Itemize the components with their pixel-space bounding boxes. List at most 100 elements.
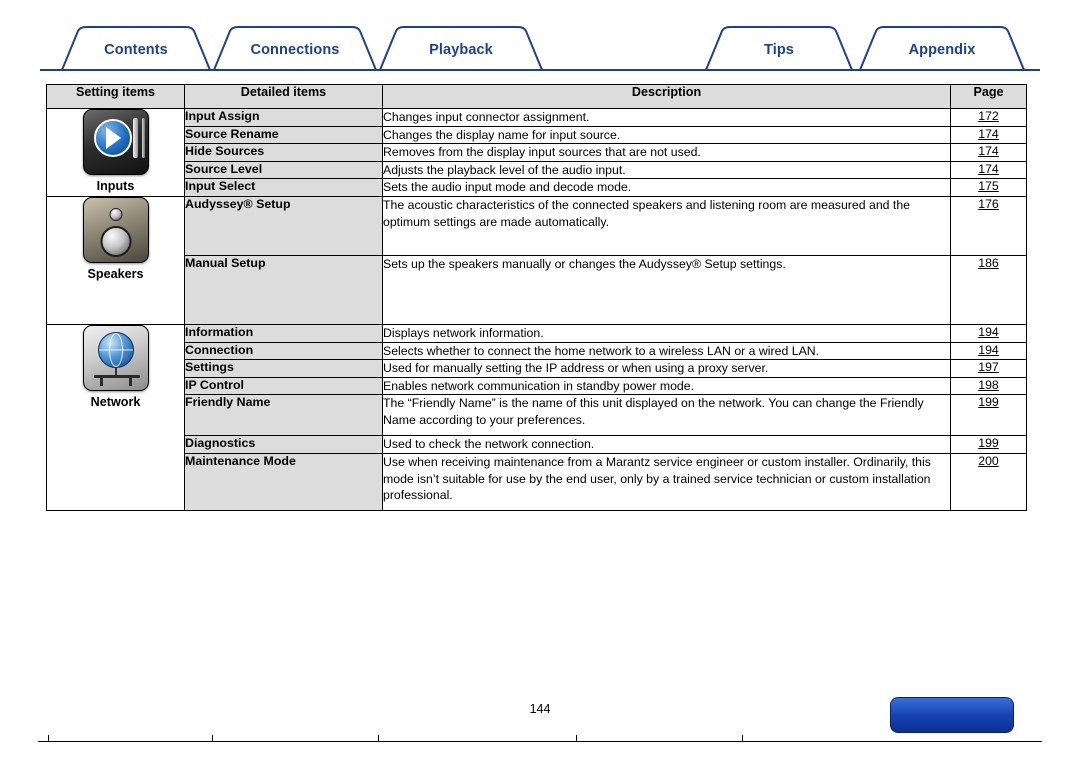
desc-information: Displays network information. — [382, 323, 951, 343]
page-link: 199 — [978, 395, 999, 410]
speakers-icon — [82, 196, 149, 263]
desc-friendly-name: The “Friendly Name” is the name of this … — [382, 394, 951, 437]
desc-source-level: Adjusts the playback level of the audio … — [382, 160, 951, 180]
page-connection[interactable]: 194 — [950, 341, 1027, 361]
group-label-speakers: Speakers — [87, 266, 144, 281]
page-link: 200 — [978, 453, 999, 468]
tab-connections-label: Connections — [250, 42, 340, 58]
table-row: Hide Sources Removes from the display in… — [47, 143, 1027, 162]
table-row: Network Information Displays network inf… — [46, 323, 1027, 511]
tab-contents-label: Contents — [104, 42, 168, 58]
page-link: 198 — [978, 377, 999, 392]
bottom-rule — [38, 741, 1042, 742]
table-row: Speakers Audyssey® Setup The acoustic ch… — [46, 195, 1027, 325]
desc-settings: Used for manually setting the IP address… — [382, 359, 951, 378]
detail-information: Information — [184, 323, 383, 343]
settings-table-container: Setting items Detailed items Description… — [46, 84, 1027, 511]
detail-input-select: Input Select — [184, 178, 383, 197]
page-link: 174 — [978, 144, 999, 159]
table-row: Source Rename Changes the display name f… — [47, 125, 1027, 145]
page-source-level[interactable]: 174 — [950, 160, 1027, 180]
detail-ip-control: IP Control — [184, 376, 383, 396]
tab-appendix[interactable]: Appendix — [868, 30, 1016, 70]
page-ip-control[interactable]: 198 — [950, 376, 1027, 396]
page-link: 194 — [978, 342, 999, 357]
table-row: Maintenance Mode Use when receiving main… — [47, 452, 1027, 511]
page-settings[interactable]: 197 — [950, 359, 1027, 378]
detail-input-assign: Input Assign — [184, 108, 383, 127]
page-link: 199 — [978, 436, 999, 451]
table-row: Friendly Name The “Friendly Name” is the… — [47, 394, 1027, 437]
page-manual-setup[interactable]: 186 — [950, 254, 1027, 325]
tab-connections[interactable]: Connections — [222, 30, 368, 70]
header-detailed-items: Detailed items — [184, 84, 383, 109]
detail-connection: Connection — [184, 341, 383, 361]
desc-ip-control: Enables network communication in standby… — [382, 376, 951, 396]
table-row: IP Control Enables network communication… — [47, 376, 1027, 396]
page-input-select[interactable]: 175 — [950, 178, 1027, 197]
tab-playback[interactable]: Playback — [388, 30, 534, 70]
desc-manual-setup: Sets up the speakers manually or changes… — [382, 254, 951, 325]
table-header-row: Setting items Detailed items Description… — [46, 84, 1027, 109]
bottom-tick — [576, 735, 577, 742]
page-hide-sources[interactable]: 174 — [950, 143, 1027, 162]
group-cell-speakers: Speakers — [46, 195, 185, 325]
detail-diagnostics: Diagnostics — [184, 435, 383, 454]
group-cell-network: Network — [46, 323, 185, 511]
group-cell-inputs: Inputs — [46, 108, 185, 197]
table-row: Input Select Sets the audio input mode a… — [47, 178, 1027, 197]
page-link: 174 — [978, 126, 999, 141]
tab-contents[interactable]: Contents — [68, 30, 204, 70]
table-row: Source Level Adjusts the playback level … — [47, 160, 1027, 180]
detail-settings: Settings — [184, 359, 383, 378]
page-information[interactable]: 194 — [950, 323, 1027, 343]
detail-audyssey-setup: Audyssey® Setup — [184, 195, 383, 256]
desc-input-assign: Changes input connector assignment. — [382, 108, 951, 127]
page-link: 197 — [978, 360, 999, 375]
desc-source-rename: Changes the display name for input sourc… — [382, 125, 951, 145]
page-link: 175 — [978, 179, 999, 194]
table-row: Diagnostics Used to check the network co… — [47, 435, 1027, 454]
page-friendly-name[interactable]: 199 — [950, 394, 1027, 437]
network-icon — [82, 324, 149, 391]
table-row: Connection Selects whether to connect th… — [47, 341, 1027, 361]
detail-maintenance-mode: Maintenance Mode — [184, 452, 383, 511]
bottom-tick — [48, 735, 49, 742]
bottom-tick — [742, 735, 743, 742]
tab-appendix-label: Appendix — [908, 42, 976, 58]
detail-friendly-name: Friendly Name — [184, 394, 383, 437]
next-page-button[interactable] — [890, 697, 1014, 733]
settings-table: Setting items Detailed items Description… — [46, 84, 1027, 511]
page-source-rename[interactable]: 174 — [950, 125, 1027, 145]
page-diagnostics[interactable]: 199 — [950, 435, 1027, 454]
inputs-icon — [82, 109, 149, 175]
desc-connection: Selects whether to connect the home netw… — [382, 341, 951, 361]
header-description: Description — [382, 84, 951, 109]
table-row: Settings Used for manually setting the I… — [47, 359, 1027, 378]
tab-tips-label: Tips — [764, 42, 794, 58]
bottom-tick — [212, 735, 213, 742]
tab-playback-label: Playback — [429, 42, 493, 58]
table-row: Manual Setup Sets up the speakers manual… — [47, 254, 1027, 325]
desc-diagnostics: Used to check the network connection. — [382, 435, 951, 454]
header-setting-items: Setting items — [46, 84, 185, 109]
group-label-network: Network — [90, 394, 141, 409]
desc-maintenance-mode: Use when receiving maintenance from a Ma… — [382, 452, 951, 511]
detail-source-rename: Source Rename — [184, 125, 383, 145]
page-link: 186 — [978, 255, 999, 270]
page-link: 174 — [978, 161, 999, 176]
desc-input-select: Sets the audio input mode and decode mod… — [382, 178, 951, 197]
page-link: 176 — [978, 196, 999, 211]
tab-tips[interactable]: Tips — [714, 30, 844, 70]
top-navigation-tabs: Contents Connections Playback Tips Appen… — [0, 0, 1080, 71]
detail-manual-setup: Manual Setup — [184, 254, 383, 325]
desc-hide-sources: Removes from the display input sources t… — [382, 143, 951, 162]
detail-hide-sources: Hide Sources — [184, 143, 383, 162]
page-audyssey-setup[interactable]: 176 — [950, 195, 1027, 256]
page-link: 194 — [978, 324, 999, 339]
detail-source-level: Source Level — [184, 160, 383, 180]
page-input-assign[interactable]: 172 — [950, 108, 1027, 127]
group-label-inputs: Inputs — [96, 179, 135, 193]
page-maintenance-mode[interactable]: 200 — [950, 452, 1027, 511]
page-link: 172 — [978, 109, 999, 123]
